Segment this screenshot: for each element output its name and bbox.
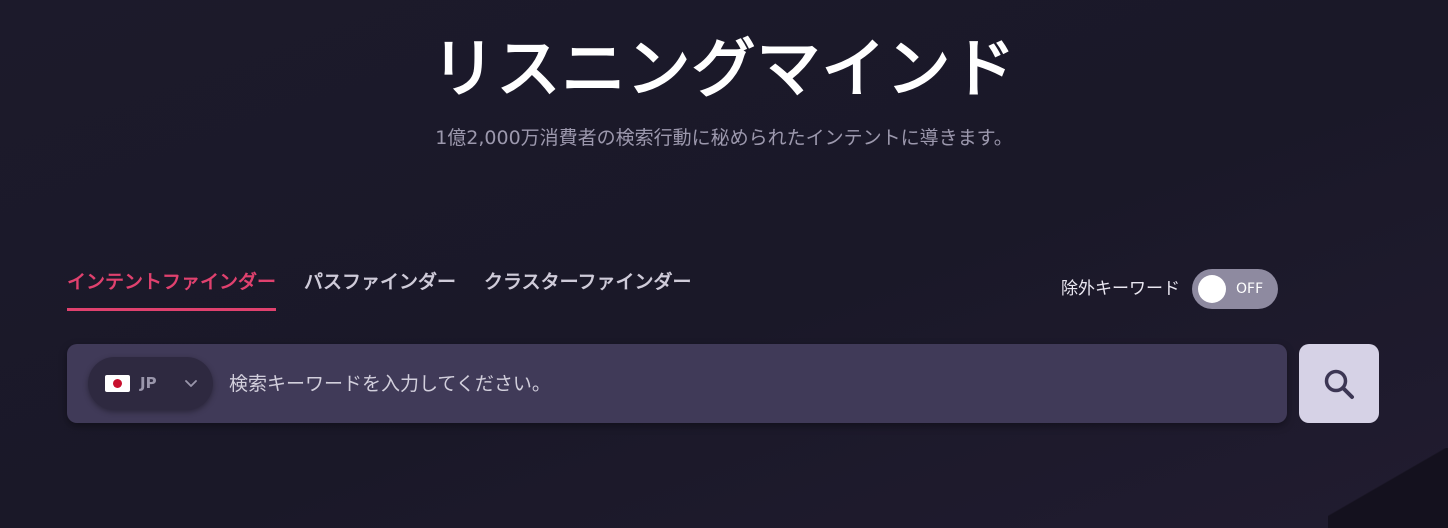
toggle-state-label: OFF [1236,281,1264,297]
search-input[interactable] [227,358,1271,410]
japan-flag-icon [105,375,130,392]
exclude-keywords-control: 除外キーワード OFF [1061,269,1278,309]
country-select[interactable]: JP [88,357,213,410]
tab-intent-finder[interactable]: インテントファインダー [67,266,277,311]
search-button[interactable] [1299,344,1379,423]
chevron-down-icon [185,380,197,387]
country-code: JP [140,374,157,392]
page-title: リスニングマインド [431,33,1017,107]
finder-tabs: インテントファインダー パスファインダー クラスターファインダー [67,266,692,311]
exclude-keywords-label: 除外キーワード [1061,279,1180,299]
exclude-keywords-toggle[interactable]: OFF [1192,269,1278,309]
search-icon [1324,369,1354,399]
flag-red-disc [113,379,122,388]
search-bar: JP [67,344,1287,423]
toggle-knob [1198,275,1226,303]
tab-path-finder[interactable]: パスファインダー [304,266,456,311]
background-corner-shade [1328,448,1448,528]
page-subtitle: 1億2,000万消費者の検索行動に秘められたインテントに導きます。 [435,127,1013,149]
tab-cluster-finder[interactable]: クラスターファインダー [484,266,691,311]
